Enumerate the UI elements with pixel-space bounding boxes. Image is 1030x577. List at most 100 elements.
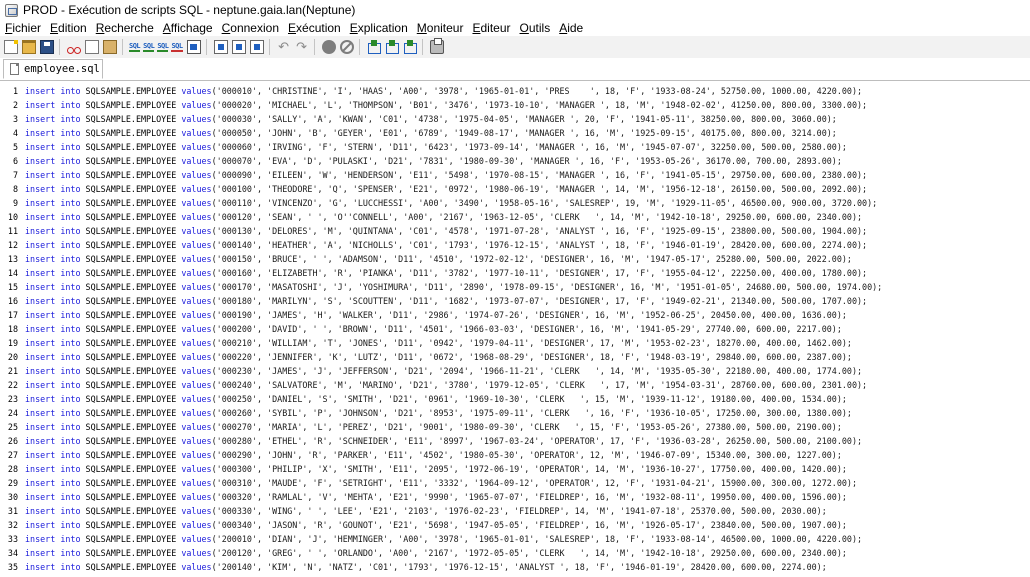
new-file-icon[interactable] (4, 40, 18, 54)
toolbar: SQL SQL SQL SQL ↶ ↷ (0, 36, 1030, 59)
keyword-into: into (60, 142, 81, 152)
values-list: ('000140', 'HEATHER', 'A', 'NICHOLLS', '… (211, 240, 868, 250)
title-bar: PROD - Exécution de scripts SQL - neptun… (0, 0, 1030, 20)
code-line[interactable]: 6 insert into SQLSAMPLE.EMPLOYEE values('… (0, 154, 1030, 168)
line-number: 28 (7, 464, 18, 474)
copy-icon[interactable] (85, 40, 99, 54)
keyword-insert: insert (25, 394, 56, 404)
keyword-values: values (181, 226, 212, 236)
code-line[interactable]: 24 insert into SQLSAMPLE.EMPLOYEE values(… (0, 406, 1030, 420)
menu-editeur[interactable]: Editeur (472, 21, 510, 35)
print-icon[interactable] (429, 38, 444, 54)
code-text: insert into SQLSAMPLE.EMPLOYEE values('0… (25, 84, 862, 98)
sql-run-icon[interactable]: SQL (129, 42, 141, 52)
code-line[interactable]: 2 insert into SQLSAMPLE.EMPLOYEE values('… (0, 98, 1030, 112)
table-name: SQLSAMPLE.EMPLOYEE (85, 100, 177, 110)
line-number: 2 (12, 100, 18, 110)
menu-connexion[interactable]: Connexion (222, 21, 279, 35)
keyword-values: values (181, 170, 212, 180)
menu-fichier[interactable]: Fichier (5, 21, 41, 35)
code-line[interactable]: 32 insert into SQLSAMPLE.EMPLOYEE values(… (0, 518, 1030, 532)
code-line[interactable]: 15 insert into SQLSAMPLE.EMPLOYEE values(… (0, 280, 1030, 294)
code-line[interactable]: 19 insert into SQLSAMPLE.EMPLOYEE values(… (0, 336, 1030, 350)
keyword-insert: insert (25, 226, 56, 236)
code-line[interactable]: 12 insert into SQLSAMPLE.EMPLOYEE values(… (0, 238, 1030, 252)
code-line[interactable]: 11 insert into SQLSAMPLE.EMPLOYEE values(… (0, 224, 1030, 238)
code-line[interactable]: 20 insert into SQLSAMPLE.EMPLOYEE values(… (0, 350, 1030, 364)
save-icon[interactable] (40, 40, 54, 54)
code-line[interactable]: 28 insert into SQLSAMPLE.EMPLOYEE values(… (0, 462, 1030, 476)
code-line[interactable]: 18 insert into SQLSAMPLE.EMPLOYEE values(… (0, 322, 1030, 336)
table-name: SQLSAMPLE.EMPLOYEE (85, 352, 177, 362)
code-line[interactable]: 26 insert into SQLSAMPLE.EMPLOYEE values(… (0, 434, 1030, 448)
navigate-forward-icon[interactable] (231, 40, 246, 54)
undo-icon[interactable]: ↶ (277, 40, 291, 54)
code-line[interactable]: 9 insert into SQLSAMPLE.EMPLOYEE values('… (0, 196, 1030, 210)
table-name: SQLSAMPLE.EMPLOYEE (85, 310, 177, 320)
keyword-values: values (181, 422, 212, 432)
keyword-values: values (181, 254, 212, 264)
run-script-icon[interactable] (186, 40, 201, 54)
code-text: insert into SQLSAMPLE.EMPLOYEE values('2… (25, 546, 847, 560)
keyword-insert: insert (25, 408, 56, 418)
keyword-values: values (181, 100, 212, 110)
code-line[interactable]: 8 insert into SQLSAMPLE.EMPLOYEE values('… (0, 182, 1030, 196)
code-line[interactable]: 3 insert into SQLSAMPLE.EMPLOYEE values('… (0, 112, 1030, 126)
menu-execution[interactable]: Exécution (288, 21, 341, 35)
menu-aide[interactable]: Aide (559, 21, 583, 35)
code-line[interactable]: 7 insert into SQLSAMPLE.EMPLOYEE values('… (0, 168, 1030, 182)
menu-outils[interactable]: Outils (520, 21, 551, 35)
menu-affichage[interactable]: Affichage (163, 21, 213, 35)
keyword-values: values (181, 240, 212, 250)
code-line[interactable]: 21 insert into SQLSAMPLE.EMPLOYEE values(… (0, 364, 1030, 378)
code-line[interactable]: 22 insert into SQLSAMPLE.EMPLOYEE values(… (0, 378, 1030, 392)
code-line[interactable]: 33 insert into SQLSAMPLE.EMPLOYEE values(… (0, 532, 1030, 546)
code-line[interactable]: 31 insert into SQLSAMPLE.EMPLOYEE values(… (0, 504, 1030, 518)
code-line[interactable]: 4 insert into SQLSAMPLE.EMPLOYEE values('… (0, 126, 1030, 140)
code-line[interactable]: 30 insert into SQLSAMPLE.EMPLOYEE values(… (0, 490, 1030, 504)
code-line[interactable]: 16 insert into SQLSAMPLE.EMPLOYEE values(… (0, 294, 1030, 308)
code-line[interactable]: 34 insert into SQLSAMPLE.EMPLOYEE values(… (0, 546, 1030, 560)
bind-next-icon[interactable] (403, 40, 417, 54)
menu-explication[interactable]: Explication (350, 21, 408, 35)
keyword-into: into (60, 422, 81, 432)
code-line[interactable]: 27 insert into SQLSAMPLE.EMPLOYEE values(… (0, 448, 1030, 462)
toolbar-separator (59, 39, 60, 55)
navigate-back-icon[interactable] (213, 40, 228, 54)
open-folder-icon[interactable] (22, 40, 36, 54)
menu-recherche[interactable]: Recherche (96, 21, 154, 35)
code-line[interactable]: 1 insert into SQLSAMPLE.EMPLOYEE values('… (0, 84, 1030, 98)
sql-editor[interactable]: 1 insert into SQLSAMPLE.EMPLOYEE values('… (0, 84, 1030, 577)
line-number: 3 (12, 114, 18, 124)
redo-icon[interactable]: ↷ (295, 40, 309, 54)
cut-icon[interactable] (67, 40, 81, 54)
table-name: SQLSAMPLE.EMPLOYEE (85, 338, 177, 348)
tab-employee-sql[interactable]: employee.sql (3, 59, 103, 79)
code-line[interactable]: 13 insert into SQLSAMPLE.EMPLOYEE values(… (0, 252, 1030, 266)
stop-icon[interactable] (321, 40, 336, 54)
sql-step-icon[interactable]: SQL (143, 42, 155, 52)
cancel-icon[interactable] (339, 40, 354, 54)
bind-all-icon[interactable] (385, 40, 399, 54)
toolbar-separator (358, 39, 360, 55)
sql-explain-icon[interactable]: SQL (157, 42, 169, 52)
code-line[interactable]: 35 insert into SQLSAMPLE.EMPLOYEE values(… (0, 560, 1030, 574)
code-line[interactable]: 17 insert into SQLSAMPLE.EMPLOYEE values(… (0, 308, 1030, 322)
keyword-values: values (181, 352, 212, 362)
code-line[interactable]: 14 insert into SQLSAMPLE.EMPLOYEE values(… (0, 266, 1030, 280)
code-line[interactable]: 10 insert into SQLSAMPLE.EMPLOYEE values(… (0, 210, 1030, 224)
menu-moniteur[interactable]: Moniteur (417, 21, 464, 35)
keyword-values: values (181, 268, 212, 278)
code-line[interactable]: 25 insert into SQLSAMPLE.EMPLOYEE values(… (0, 420, 1030, 434)
navigate-next-icon[interactable] (249, 40, 264, 54)
code-line[interactable]: 23 insert into SQLSAMPLE.EMPLOYEE values(… (0, 392, 1030, 406)
keyword-into: into (60, 394, 81, 404)
keyword-into: into (60, 324, 81, 334)
bind-icon[interactable] (367, 40, 381, 54)
menu-edition[interactable]: Edition (50, 21, 87, 35)
code-line[interactable]: 5 insert into SQLSAMPLE.EMPLOYEE values('… (0, 140, 1030, 154)
keyword-insert: insert (25, 478, 56, 488)
sql-stop-icon[interactable]: SQL (171, 42, 183, 52)
code-line[interactable]: 29 insert into SQLSAMPLE.EMPLOYEE values(… (0, 476, 1030, 490)
paste-icon[interactable] (103, 40, 117, 54)
